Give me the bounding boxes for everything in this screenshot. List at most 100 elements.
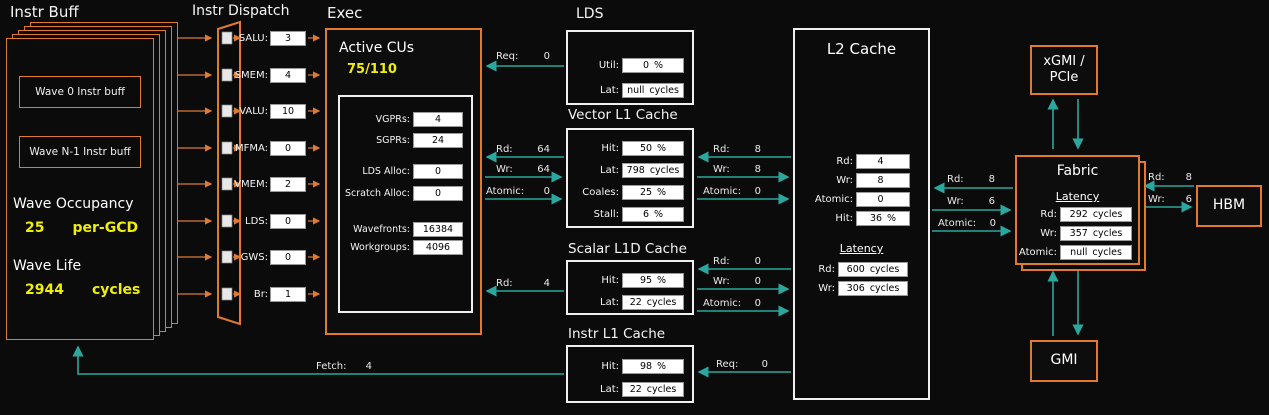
vl1-row-lat: Lat: 798 cycles [600,162,684,178]
flow-label: Req: [716,359,738,370]
wave-life-value: 2944 [25,282,64,298]
exec-row-scratch-alloc: Scratch Alloc: 0 [345,186,463,201]
metric-unit: cycles [1093,209,1123,220]
flow-value: 64 [537,164,550,175]
hbm-label: HBM [1213,197,1245,215]
lds-row-util: Util: 0 % [599,57,684,73]
issue-slot [222,215,232,227]
flow-label: Req: [496,51,518,62]
instr-l1-panel: Hit: 98 % Lat: 22 cycles [566,345,694,403]
flow-value: 8 [755,164,761,175]
fabric-title: Fabric [1017,163,1138,179]
metric-value-box: 600 cycles [838,262,908,277]
wave-life-label: Wave Life [13,258,81,274]
dispatch-row-lds: LDS: 0 [245,213,306,229]
issue-slot [222,288,232,300]
sl1d-row-hit: Hit: 95 % [601,272,684,288]
flow-label-sl1-l2-rd: Rd: 0 [713,256,761,267]
metric-label: Lat: [600,85,619,96]
flow-label: Rd: [1148,172,1165,183]
exec-metrics-box: VGPRs: 4 SGPRs: 24 LDS Alloc: 0 Scratch … [338,95,473,313]
scalar-l1d-title: Scalar L1D Cache [568,241,687,257]
metric-value-box: 16384 [413,222,463,237]
metric-value: 22 [630,384,642,395]
lds-panel: Util: 0 % Lat: null cycles [566,30,694,105]
wave-occupancy-value: 25 [25,220,44,236]
fabric-panel: Fabric Latency Rd: 292 cycles Wr: 357 cy… [1015,155,1140,265]
metric-value-box: 50 % [622,141,684,156]
fabric-row-atomic: Atomic: null cycles [1019,245,1132,260]
dispatch-row-smem: SMEM: 4 [235,67,306,83]
metric-value: 50 [640,143,652,154]
flow-value: 0 [755,276,761,287]
flow-label-instr-fetch: Fetch: 4 [316,361,372,372]
flow-label-vl1-l2-atomic: Atomic: 0 [703,186,761,197]
metric-value-box: null cycles [622,83,684,98]
wave-life-values: 2944 cycles [7,282,153,298]
metric-value-box: 0 [856,192,910,207]
metric-value: 8 [877,175,883,186]
dispatch-label: MFMA: [235,143,268,154]
metric-value: 0 [643,60,649,71]
wave-life-unit: cycles [92,282,140,298]
l2-row-wr: Wr: 8 [836,172,910,188]
metric-unit: cycles [649,85,679,96]
instr-buff-panel: Wave 0 Instr buff Wave N-1 Instr buff Wa… [6,38,154,340]
metric-unit: % [654,60,663,71]
metric-unit: cycles [647,384,677,395]
metric-unit: % [887,213,896,224]
wave0-instr-buff-label: Wave 0 Instr buff [35,86,125,98]
flow-value: 6 [1186,194,1192,205]
flow-label: Fetch: [316,361,346,372]
metric-label: Atomic: [815,194,853,205]
fabric-row-wr: Wr: 357 cycles [1040,226,1132,241]
metric-unit: cycles [870,264,900,275]
flow-label-l2-fabric-rd: Rd: 8 [947,174,995,185]
metric-label: Hit: [601,275,619,286]
metric-label: Rd: [1040,209,1057,220]
instr-buff-title: Instr Buff [10,3,79,21]
xgmi-label-line2: PCIe [1050,70,1079,86]
metric-unit: % [657,143,666,154]
flow-label: Atomic: [938,218,976,229]
exec-panel: Active CUs 75/110 VGPRs: 4 SGPRs: 24 LDS… [325,28,482,335]
metric-value-box: 4096 [413,240,463,255]
dispatch-value-box: 0 [270,141,306,156]
metric-value-box: 95 % [622,273,684,288]
metric-label: SGPRs: [376,135,410,146]
flow-label: Rd: [496,144,513,155]
flow-value: 0 [755,298,761,309]
metric-value: 798 [627,165,645,176]
dispatch-label: GWS: [241,252,268,263]
metric-value: 357 [1070,228,1088,239]
metric-value-box: 4 [413,112,463,127]
metric-value: 4 [877,156,883,167]
xgmi-pcie-block: xGMI / PCIe [1030,45,1098,95]
l2-cache-title: L2 Cache [795,40,928,58]
metric-label: Lat: [600,384,619,395]
metric-value-box: null cycles [1060,245,1132,260]
flow-label-exec-vl1-rd: Rd: 64 [496,144,550,155]
gmi-block: GMI [1030,340,1098,382]
metric-unit: cycles [650,165,680,176]
instr-flow-lines [178,38,211,294]
metric-label: Hit: [835,213,853,224]
wave0-instr-buff-box: Wave 0 Instr buff [19,76,141,108]
fabric-latency-label: Latency [1017,190,1138,203]
metric-value-box: 292 cycles [1060,207,1132,222]
metric-value: 292 [1070,209,1088,220]
metric-value-box: 22 cycles [622,382,684,397]
flow-label: Atomic: [486,186,524,197]
metric-label: Rd: [818,264,835,275]
vector-l1-title: Vector L1 Cache [568,107,678,123]
hbm-block: HBM [1196,185,1262,227]
dispatch-value-box: 3 [270,31,306,46]
metric-label: Workgroups: [350,242,410,253]
dispatch-value-box: 0 [270,214,306,229]
metric-label: Rd: [836,156,853,167]
flow-value: 0 [762,359,768,370]
metric-value-box: 4 [856,154,910,169]
metric-label: Wr: [818,283,835,294]
gpu-memory-chart: Instr Buff Wave 0 Instr buff Wave N-1 In… [0,0,1269,415]
dispatch-value-box: 2 [270,177,306,192]
